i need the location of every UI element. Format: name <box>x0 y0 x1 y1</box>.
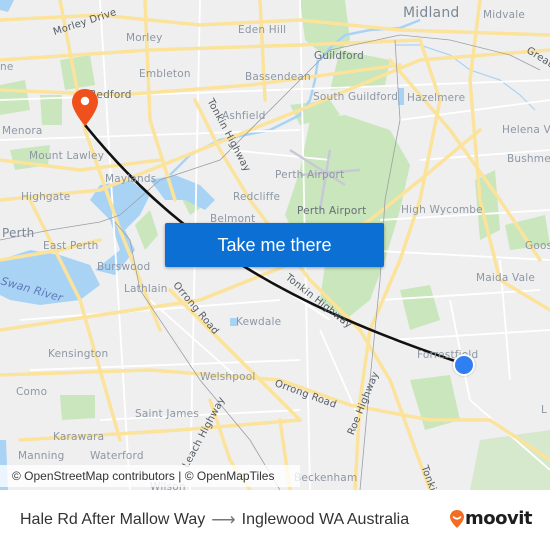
destination-name: Inglewood WA Australia <box>241 511 410 528</box>
map-label-morley: Morley <box>126 32 163 44</box>
map-label-redcliffe: Redcliffe <box>233 191 281 203</box>
map-label-midland: Midland <box>403 5 460 21</box>
route-summary: Hale Rd After Mallow Way ⟶ Inglewood WA … <box>20 510 409 530</box>
map-label-karawara: Karawara <box>53 431 105 443</box>
map-label-bushmead: Bushmead <box>507 153 550 165</box>
map-label-gooseberry-hill-partial: Goos <box>525 240 550 252</box>
map-label-perth-airport-area: Perth Airport <box>275 169 345 181</box>
map-label-hazelmere: Hazelmere <box>407 92 466 104</box>
map-label-embleton: Embleton <box>139 68 191 80</box>
map-label-guildford: Guildford <box>314 50 365 62</box>
map-label-burswood: Burswood <box>97 261 151 273</box>
map-attribution[interactable]: © OpenStreetMap contributors | © OpenMap… <box>0 465 300 487</box>
map-label-east-perth: East Perth <box>43 240 99 252</box>
moovit-logo[interactable]: moovit <box>449 508 533 529</box>
moovit-pin-icon <box>450 509 464 528</box>
origin-name: Hale Rd After Mallow Way <box>20 511 206 528</box>
map-label-perth-airport: Perth Airport <box>297 205 367 217</box>
map-label-ashfield: Ashfield <box>222 110 266 122</box>
map-label-lesmurdie-partial: L <box>541 404 548 416</box>
map-label-waterford: Waterford <box>90 450 144 462</box>
map-label-highgate: Highgate <box>21 191 71 203</box>
map-label-menora: Menora <box>2 125 43 137</box>
map-label-maida-vale: Maida Vale <box>476 272 536 284</box>
map-label-perth: Perth <box>2 226 35 240</box>
map-label-maylands: Maylands <box>105 173 157 185</box>
map-label-beckenham: Beckenham <box>294 472 358 484</box>
destination-dot[interactable] <box>453 354 475 376</box>
map-label-midvale: Midvale <box>483 9 526 21</box>
map-pin-icon <box>72 89 98 126</box>
brand-name: moovit <box>465 508 533 529</box>
map-label-welshpool: Welshpool <box>200 371 256 383</box>
map-label-saint-james: Saint James <box>135 408 200 420</box>
map-label-lathlain: Lathlain <box>124 283 168 295</box>
map-label-south-guildford: South Guildford <box>313 91 399 103</box>
map-label-como: Como <box>16 386 48 398</box>
map-label-inglewood-partial: ne <box>0 61 14 73</box>
take-me-there-button[interactable]: Take me there <box>165 223 384 267</box>
map-label-mount-lawley: Mount Lawley <box>29 150 105 162</box>
map-label-manning: Manning <box>18 450 65 462</box>
map-label-kewdale: Kewdale <box>236 316 282 328</box>
map-label-helena-valley: Helena Va <box>502 124 550 136</box>
map-label-high-wycombe: High Wycombe <box>401 204 483 216</box>
map-label-kensington: Kensington <box>48 348 109 360</box>
origin-pin-icon[interactable] <box>70 88 100 128</box>
map-label-bassendean: Bassendean <box>245 71 311 83</box>
arrow-right-icon: ⟶ <box>211 510 236 529</box>
footer-bar: Hale Rd After Mallow Way ⟶ Inglewood WA … <box>0 490 550 550</box>
map-label-eden-hill: Eden Hill <box>238 24 287 36</box>
map-canvas[interactable]: Midland Midvale Great Morley Drive Morle… <box>0 0 550 490</box>
